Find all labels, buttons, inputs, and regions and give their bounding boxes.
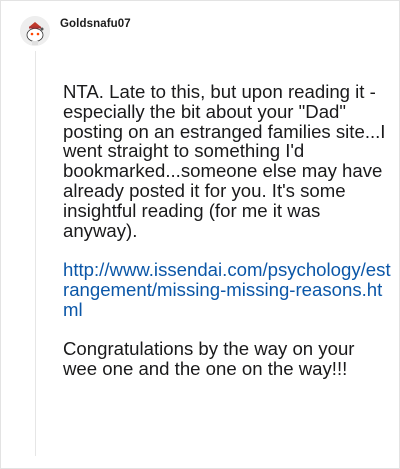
comment-link[interactable]: http://www.issendai.com/psychology/estra… bbox=[63, 259, 391, 320]
username[interactable]: Goldsnafu07 bbox=[60, 18, 131, 30]
comment-body: NTA. Late to this, but upon reading it -… bbox=[63, 82, 393, 399]
thread-line[interactable] bbox=[35, 51, 36, 456]
snoo-avatar-icon[interactable] bbox=[20, 16, 50, 46]
comment-paragraph: Congratulations by the way on your wee o… bbox=[63, 338, 355, 380]
comment-card: Goldsnafu07 NTA. Late to this, but upon … bbox=[0, 0, 400, 469]
comment-header: Goldsnafu07 bbox=[20, 16, 131, 46]
comment-paragraph: NTA. Late to this, but upon reading it -… bbox=[63, 81, 386, 241]
